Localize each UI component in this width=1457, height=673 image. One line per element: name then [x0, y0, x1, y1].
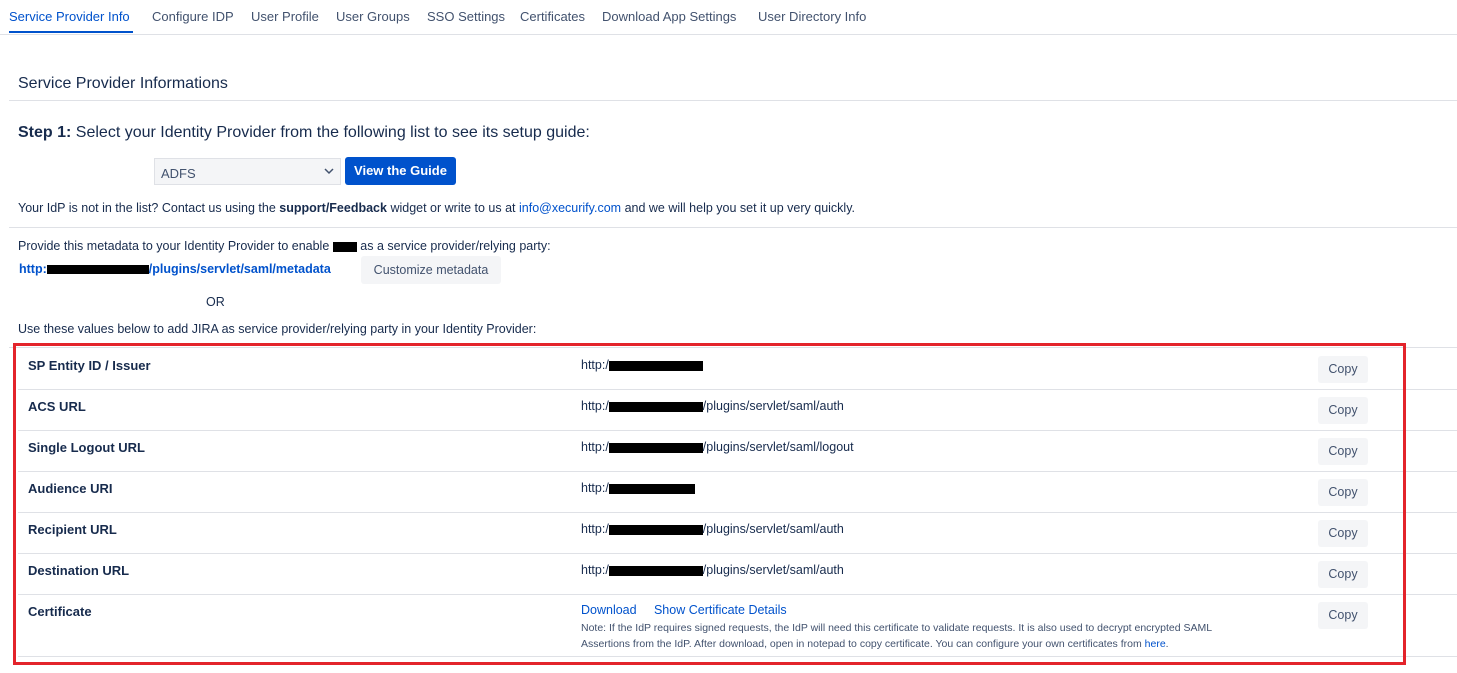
metadata-intro-post: as a service provider/relying party: — [360, 239, 551, 253]
table-row: Destination URL http:/ /plugins/servlet/s… — [18, 553, 1457, 595]
metadata-intro: Provide this metadata to your Identity P… — [18, 239, 551, 253]
value-prefix: http:/ — [581, 481, 609, 495]
idp-select[interactable]: ADFS — [154, 158, 341, 185]
row-label: Single Logout URL — [28, 440, 145, 455]
row-value: http:/ /plugins/servlet/saml/logout — [581, 440, 854, 454]
chevron-down-icon — [324, 168, 334, 175]
divider — [9, 227, 1457, 228]
copy-button[interactable]: Copy — [1318, 561, 1368, 588]
metadata-url-prefix: http: — [19, 262, 47, 276]
redacted-block — [608, 565, 703, 576]
row-label: Destination URL — [28, 563, 130, 578]
redacted-block — [608, 401, 703, 412]
metadata-url-suffix: /plugins/servlet/saml/metadata — [148, 262, 331, 276]
row-label: Certificate — [28, 604, 92, 619]
metadata-intro-pre: Provide this metadata to your Identity P… — [18, 239, 330, 253]
value-suffix: /plugins/servlet/saml/auth — [702, 522, 844, 536]
redacted-block — [332, 241, 357, 252]
row-label: ACS URL — [28, 399, 86, 414]
or-separator: OR — [206, 295, 225, 309]
view-guide-button[interactable]: View the Guide — [345, 157, 456, 185]
idp-select-value: ADFS — [161, 166, 196, 181]
row-value: http:/ /plugins/servlet/saml/auth — [581, 522, 844, 536]
tab-user-groups[interactable]: User Groups — [336, 9, 410, 24]
row-value: http:/ /plugins/servlet/saml/auth — [581, 563, 844, 577]
contact-email-link[interactable]: info@xecurify.com — [519, 201, 621, 215]
certificate-links: Download Show Certificate Details — [581, 603, 787, 617]
value-suffix: /plugins/servlet/saml/logout — [702, 440, 854, 454]
tab-configure-idp[interactable]: Configure IDP — [152, 9, 234, 24]
redacted-block — [608, 524, 703, 535]
table-row: Single Logout URL http:/ /plugins/servlet… — [18, 430, 1457, 472]
redacted-block — [608, 483, 695, 494]
value-prefix: http:/ — [581, 358, 609, 372]
redacted-block — [608, 360, 703, 371]
certificate-row: Certificate Download Show Certificate De… — [18, 594, 1457, 657]
value-suffix: /plugins/servlet/saml/auth — [702, 563, 844, 577]
redacted-block — [608, 442, 703, 453]
row-label: SP Entity ID / Issuer — [28, 358, 151, 373]
row-value: http:/ /plugins/servlet/saml/auth — [581, 399, 844, 413]
active-tab-indicator — [9, 31, 133, 33]
table-row: Recipient URL http:/ /plugins/servlet/sam… — [18, 512, 1457, 554]
tab-user-directory-info[interactable]: User Directory Info — [758, 9, 866, 24]
tab-user-profile[interactable]: User Profile — [251, 9, 319, 24]
copy-button[interactable]: Copy — [1318, 356, 1368, 383]
value-suffix: /plugins/servlet/saml/auth — [702, 399, 844, 413]
download-certificate-link[interactable]: Download — [581, 603, 637, 617]
table-row: ACS URL http:/ /plugins/servlet/saml/auth… — [18, 389, 1457, 431]
row-value: http:/ — [581, 358, 703, 372]
divider — [9, 100, 1457, 101]
tab-service-provider-info[interactable]: Service Provider Info — [9, 9, 130, 24]
value-prefix: http:/ — [581, 399, 609, 413]
note-line-2: Assertions from the IdP. After download,… — [581, 638, 1142, 650]
contact-post: and we will help you set it up very quic… — [624, 201, 855, 215]
show-certificate-details-link[interactable]: Show Certificate Details — [654, 603, 787, 617]
note-line-1: Note: If the IdP requires signed request… — [581, 622, 1213, 634]
value-prefix: http:/ — [581, 522, 609, 536]
copy-button[interactable]: Copy — [1318, 438, 1368, 465]
customize-metadata-button[interactable]: Customize metadata — [361, 256, 501, 284]
copy-button[interactable]: Copy — [1318, 520, 1368, 547]
row-label: Audience URI — [28, 481, 113, 496]
certificate-note: Note: If the IdP requires signed request… — [581, 620, 1281, 652]
copy-button[interactable]: Copy — [1318, 479, 1368, 506]
redacted-block — [46, 265, 149, 275]
value-prefix: http:/ — [581, 563, 609, 577]
metadata-url-link[interactable]: http: /plugins/servlet/saml/metadata — [19, 262, 331, 276]
copy-button[interactable]: Copy — [1318, 602, 1368, 629]
contact-widget: support/Feedback — [279, 201, 387, 215]
tab-sso-settings[interactable]: SSO Settings — [427, 9, 505, 24]
row-value: http:/ — [581, 481, 695, 495]
tab-download-app-settings[interactable]: Download App Settings — [602, 9, 736, 24]
step1-prefix: Step 1: — [18, 124, 72, 141]
tab-bar: Service Provider Info Configure IDP User… — [0, 0, 1457, 35]
section-title: Service Provider Informations — [18, 75, 228, 92]
value-prefix: http:/ — [581, 440, 609, 454]
use-values-text: Use these values below to add JIRA as se… — [18, 322, 537, 336]
row-label: Recipient URL — [28, 522, 117, 537]
step1-instruction: Step 1: Select your Identity Provider fr… — [18, 124, 590, 142]
table-row: SP Entity ID / Issuer http:/ Copy — [18, 348, 1457, 390]
step1-text: Select your Identity Provider from the f… — [75, 124, 590, 141]
contact-line: Your IdP is not in the list? Contact us … — [18, 201, 855, 215]
configure-certificates-link[interactable]: here — [1145, 638, 1166, 650]
note-end: . — [1165, 638, 1169, 650]
tab-certificates[interactable]: Certificates — [520, 9, 585, 24]
contact-pre: Your IdP is not in the list? Contact us … — [18, 201, 276, 215]
table-row: Audience URI http:/ Copy — [18, 471, 1457, 513]
copy-button[interactable]: Copy — [1318, 397, 1368, 424]
contact-mid: widget or write to us at — [390, 201, 516, 215]
